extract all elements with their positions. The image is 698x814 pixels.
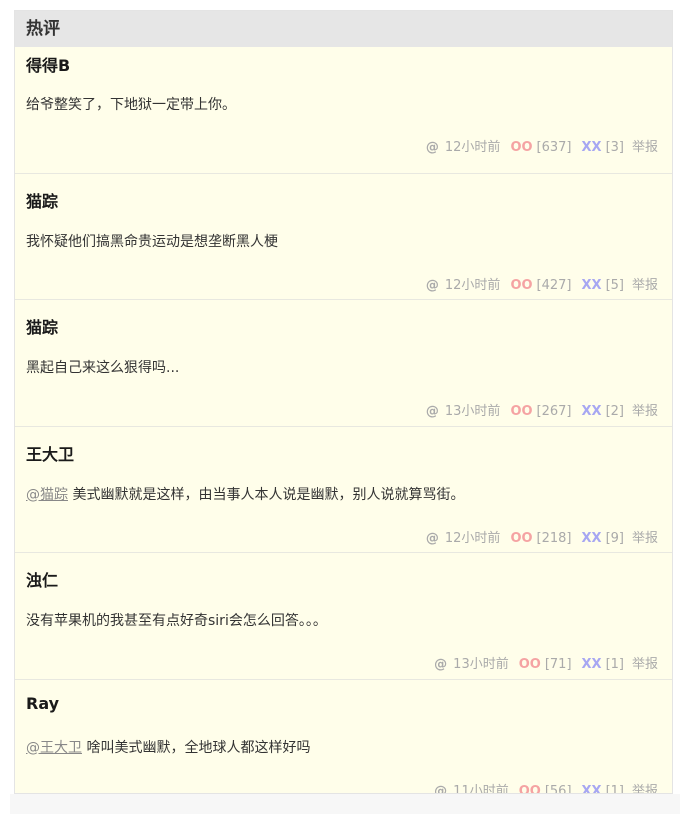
comment-item: 浊仁 没有苹果机的我甚至有点好奇siri会怎么回答。。。 @13小时前 OO [71… bbox=[15, 553, 672, 680]
comment-item: 王大卫 @猫踪 美式幽默就是这样，由当事人本人说是幽默，别人说就算骂街。 @12… bbox=[15, 427, 672, 553]
comment-meta: @11小时前 OO [56] XX [1] 举报 bbox=[434, 780, 658, 794]
comment-body: 没有苹果机的我甚至有点好奇siri会怎么回答。。。 bbox=[26, 613, 327, 629]
comment-author[interactable]: 浊仁 bbox=[26, 567, 58, 591]
comment-text: 给爷整笑了，下地狱一定带上你。 bbox=[26, 94, 236, 114]
upvote-oo-button[interactable]: OO bbox=[510, 140, 532, 155]
comment-author[interactable]: 得得B bbox=[26, 52, 70, 76]
comment-body: 我怀疑他们搞黑命贵运动是想垄断黑人梗 bbox=[26, 233, 278, 250]
downvote-xx-button[interactable]: XX bbox=[582, 531, 602, 546]
comment-item: 得得B 给爷整笑了，下地狱一定带上你。 @12小时前 OO [637] XX [3] 举报 bbox=[15, 47, 672, 174]
report-link[interactable]: 举报 bbox=[632, 274, 658, 293]
report-link[interactable]: 举报 bbox=[632, 136, 658, 155]
comment-body: 美式幽默就是这样，由当事人本人说是幽默，别人说就算骂街。 bbox=[68, 486, 465, 503]
comment-item: Ray @王大卫 啥叫美式幽默，全地球人都这样好吗 @11小时前 OO [56] XX… bbox=[15, 680, 672, 794]
reply-at-icon[interactable]: @ bbox=[426, 278, 439, 293]
comment-text: @王大卫 啥叫美式幽默，全地球人都这样好吗 bbox=[26, 737, 310, 757]
comment-body: 啥叫美式幽默，全地球人都这样好吗 bbox=[82, 739, 311, 756]
comment-meta: @12小时前 OO [218] XX [9] 举报 bbox=[426, 527, 658, 546]
upvote-oo-button[interactable]: OO bbox=[519, 657, 541, 672]
downvote-xx-button[interactable]: XX bbox=[582, 784, 602, 794]
upvote-count: [56] bbox=[544, 783, 572, 794]
downvote-count: [1] bbox=[605, 783, 624, 794]
comment-text: 黑起自己来这么狠得吗... bbox=[26, 357, 179, 377]
comment-text: 我怀疑他们搞黑命贵运动是想垄断黑人梗 bbox=[26, 231, 278, 251]
reply-at-icon[interactable]: @ bbox=[426, 140, 439, 155]
upvote-count: [218] bbox=[536, 530, 572, 546]
panel-title: 热评 bbox=[15, 11, 672, 47]
reply-at-icon[interactable]: @ bbox=[426, 531, 439, 546]
upvote-count: [427] bbox=[536, 277, 572, 293]
comment-text: @猫踪 美式幽默就是这样，由当事人本人说是幽默，别人说就算骂街。 bbox=[26, 484, 464, 504]
comment-body: 黑起自己来这么狠得吗... bbox=[26, 360, 180, 376]
comment-body: 给爷整笑了，下地狱一定带上你。 bbox=[26, 97, 236, 113]
report-link[interactable]: 举报 bbox=[632, 780, 658, 794]
reply-at-icon[interactable]: @ bbox=[426, 404, 439, 419]
report-link[interactable]: 举报 bbox=[632, 653, 658, 672]
comment-time: 13小时前 bbox=[444, 404, 501, 419]
reply-at-icon[interactable]: @ bbox=[434, 657, 447, 672]
mention-link[interactable]: @王大卫 bbox=[26, 740, 82, 756]
report-link[interactable]: 举报 bbox=[632, 527, 658, 546]
comment-time: 12小时前 bbox=[444, 277, 501, 293]
downvote-xx-button[interactable]: XX bbox=[582, 278, 602, 293]
comment-item: 猫踪 我怀疑他们搞黑命贵运动是想垄断黑人梗 @12小时前 OO [427] XX [5]… bbox=[15, 174, 672, 300]
upvote-count: [71] bbox=[544, 657, 572, 672]
downvote-count: [5] bbox=[605, 277, 624, 293]
downvote-xx-button[interactable]: XX bbox=[582, 140, 602, 155]
comment-text: 没有苹果机的我甚至有点好奇siri会怎么回答。。。 bbox=[26, 610, 327, 630]
comment-author[interactable]: 猫踪 bbox=[26, 314, 58, 338]
downvote-count: [3] bbox=[605, 140, 624, 155]
upvote-count: [637] bbox=[536, 140, 572, 155]
page-bottom-bar bbox=[10, 794, 680, 814]
comment-meta: @13小时前 OO [71] XX [1] 举报 bbox=[434, 653, 658, 672]
reply-at-icon[interactable]: @ bbox=[434, 784, 447, 794]
upvote-oo-button[interactable]: OO bbox=[519, 784, 541, 794]
upvote-oo-button[interactable]: OO bbox=[510, 278, 532, 293]
downvote-xx-button[interactable]: XX bbox=[582, 657, 602, 672]
comment-author[interactable]: 猫踪 bbox=[26, 188, 58, 212]
comment-meta: @12小时前 OO [637] XX [3] 举报 bbox=[426, 136, 658, 155]
comment-author[interactable]: 王大卫 bbox=[26, 441, 74, 465]
comment-meta: @13小时前 OO [267] XX [2] 举报 bbox=[426, 400, 658, 419]
downvote-count: [9] bbox=[605, 530, 624, 546]
hot-comments-panel: 热评 得得B 给爷整笑了，下地狱一定带上你。 @12小时前 OO [637] XX [3… bbox=[14, 10, 673, 794]
comment-time: 12小时前 bbox=[444, 140, 501, 155]
comment-time: 12小时前 bbox=[444, 530, 501, 546]
comment-author[interactable]: Ray bbox=[26, 694, 59, 713]
upvote-oo-button[interactable]: OO bbox=[510, 531, 532, 546]
upvote-oo-button[interactable]: OO bbox=[510, 404, 532, 419]
mention-link[interactable]: @猫踪 bbox=[26, 487, 68, 503]
upvote-count: [267] bbox=[536, 404, 572, 419]
report-link[interactable]: 举报 bbox=[632, 400, 658, 419]
downvote-xx-button[interactable]: XX bbox=[582, 404, 602, 419]
comment-item: 猫踪 黑起自己来这么狠得吗... @13小时前 OO [267] XX [2] 举报 bbox=[15, 300, 672, 427]
downvote-count: [2] bbox=[605, 404, 624, 419]
comment-meta: @12小时前 OO [427] XX [5] 举报 bbox=[426, 274, 658, 293]
comment-time: 11小时前 bbox=[453, 783, 509, 794]
downvote-count: [1] bbox=[605, 657, 624, 672]
comment-time: 13小时前 bbox=[453, 657, 509, 672]
